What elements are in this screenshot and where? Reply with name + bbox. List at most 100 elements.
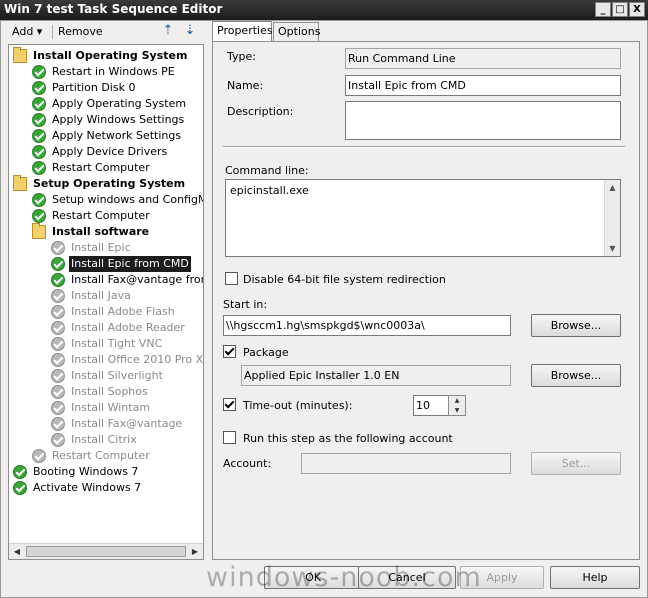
tree-node-label: Apply Device Drivers [52, 145, 168, 158]
tree-node-label: Install Adobe Flash [71, 305, 175, 318]
check-icon [51, 257, 65, 271]
check-icon [13, 465, 27, 479]
run-as-checkbox[interactable] [223, 431, 236, 444]
tree-node-label: Activate Windows 7 [33, 481, 142, 494]
tree-node-label: Install Java [71, 289, 131, 302]
package-checkbox[interactable] [223, 345, 236, 358]
add-menu-button[interactable]: Add ▾ [12, 25, 42, 38]
tree-node-label: Apply Network Settings [52, 129, 182, 142]
timeout-spinner[interactable]: ▲ ▼ [448, 395, 466, 416]
disabled-check-icon [51, 369, 65, 383]
command-line-text: epicinstall.exe [230, 184, 309, 197]
tree-node-label: Install Epic from CMD [69, 256, 191, 272]
tab-properties[interactable]: Properties [212, 21, 273, 42]
tree-node-label: Restart Computer [52, 161, 150, 174]
tree-horizontal-scrollbar[interactable]: ◀ ▶ [9, 543, 203, 559]
name-label: Name: [227, 79, 264, 92]
timeout-checkbox[interactable] [223, 398, 236, 411]
tree-node-label: Install Sophos [71, 385, 148, 398]
tree-node-label: Install Operating System [33, 49, 188, 62]
task-sequence-tree[interactable]: Activate Windows 7 Booting Windows 7 Resta… [8, 44, 204, 560]
disabled-check-icon [51, 337, 65, 351]
check-icon [13, 481, 27, 495]
tree-node-label: Restart in Windows PE [52, 65, 175, 78]
description-label: Description: [227, 105, 294, 118]
toolbar: Add ▾ Remove ⇡ ⇣ [8, 22, 204, 42]
folder-icon [13, 47, 27, 63]
disabled-check-icon [51, 305, 65, 319]
scroll-right-icon[interactable]: ▶ [187, 544, 203, 559]
tree-node-label: Install Adobe Reader [71, 321, 185, 334]
disabled-check-icon [51, 385, 65, 399]
tree-node-label: Booting Windows 7 [33, 465, 139, 478]
tree-node-label: Restart Computer [52, 449, 150, 462]
check-icon [32, 81, 46, 95]
tree-node-label: Setup Operating System [33, 177, 186, 190]
move-up-icon[interactable]: ⇡ [160, 23, 176, 39]
minimize-button[interactable]: _ [595, 2, 611, 17]
disabled-check-icon [51, 353, 65, 367]
account-field [301, 453, 511, 474]
tree-node-label: Install Silverlight [71, 369, 163, 382]
command-line-scrollbar[interactable]: ▲ ▼ [604, 180, 620, 256]
run-as-label: Run this step as the following account [243, 432, 453, 445]
check-icon [51, 273, 65, 287]
scroll-down-icon[interactable]: ▼ [605, 241, 620, 256]
disabled-check-icon [51, 433, 65, 447]
disabled-check-icon [51, 321, 65, 335]
folder-icon [13, 175, 27, 191]
package-browse-button[interactable]: Browse... [531, 364, 621, 387]
timeout-input[interactable]: 10 [413, 395, 449, 416]
description-field[interactable] [345, 101, 621, 140]
window-title: Win 7 test Task Sequence Editor [4, 2, 223, 16]
scroll-up-icon[interactable]: ▲ [605, 180, 620, 195]
tree-node-label: Install Tight VNC [71, 337, 163, 350]
type-label: Type: [227, 50, 256, 63]
start-in-field[interactable]: \\hgsccm1.hg\smspkgd$\wnc0003a\ [223, 315, 511, 336]
check-icon [32, 145, 46, 159]
check-icon [32, 97, 46, 111]
start-in-browse-button[interactable]: Browse... [531, 314, 621, 337]
disable-redirection-checkbox[interactable] [225, 272, 238, 285]
folder-icon [32, 223, 46, 239]
maximize-button[interactable]: □ [612, 2, 628, 17]
spin-up-icon[interactable]: ▲ [449, 396, 465, 405]
tree-node-label: Apply Windows Settings [52, 113, 185, 126]
spin-down-icon[interactable]: ▼ [449, 406, 465, 415]
type-field: Run Command Line [345, 48, 621, 69]
disabled-check-icon [51, 417, 65, 431]
check-icon [32, 113, 46, 127]
tree-node-label: Install Office 2010 Pro X86 [71, 353, 204, 366]
name-field[interactable]: Install Epic from CMD [345, 75, 621, 96]
check-icon [32, 193, 46, 207]
move-down-icon[interactable]: ⇣ [182, 23, 198, 39]
scroll-left-icon[interactable]: ◀ [9, 544, 25, 559]
tree-node-label: Install Epic [71, 241, 131, 254]
chevron-down-icon: ▾ [36, 25, 43, 38]
tree-node-label: Install Fax@vantage from CMD [71, 273, 203, 286]
set-account-button[interactable]: Set... [531, 452, 621, 475]
tree-node-label: Install software [52, 225, 150, 238]
check-icon [32, 65, 46, 79]
site-watermark: windows-noob.com [206, 562, 482, 593]
tree-node-label: Partition Disk 0 [52, 81, 136, 94]
tree-node-label: Restart Computer [52, 209, 150, 222]
package-label: Package [243, 346, 289, 359]
account-label: Account: [223, 457, 272, 470]
disabled-check-icon [51, 241, 65, 255]
help-button[interactable]: Help [550, 566, 640, 589]
check-icon [32, 161, 46, 175]
disable-redirection-label: Disable 64-bit file system redirection [243, 273, 446, 286]
timeout-label: Time-out (minutes): [243, 399, 353, 412]
remove-button[interactable]: Remove [58, 25, 103, 38]
tree-node-label: Setup windows and ConfigMgr [52, 193, 204, 206]
close-button[interactable]: X [629, 2, 645, 17]
tab-options[interactable]: Options [273, 22, 320, 42]
scroll-thumb[interactable] [26, 546, 186, 557]
command-line-label: Command line: [225, 164, 309, 177]
tree-node-label: Apply Operating System [52, 97, 187, 110]
package-field: Applied Epic Installer 1.0 EN [241, 365, 511, 386]
command-line-field[interactable]: epicinstall.exe ▲ ▼ [225, 179, 621, 257]
disabled-check-icon [51, 401, 65, 415]
start-in-label: Start in: [223, 298, 268, 311]
